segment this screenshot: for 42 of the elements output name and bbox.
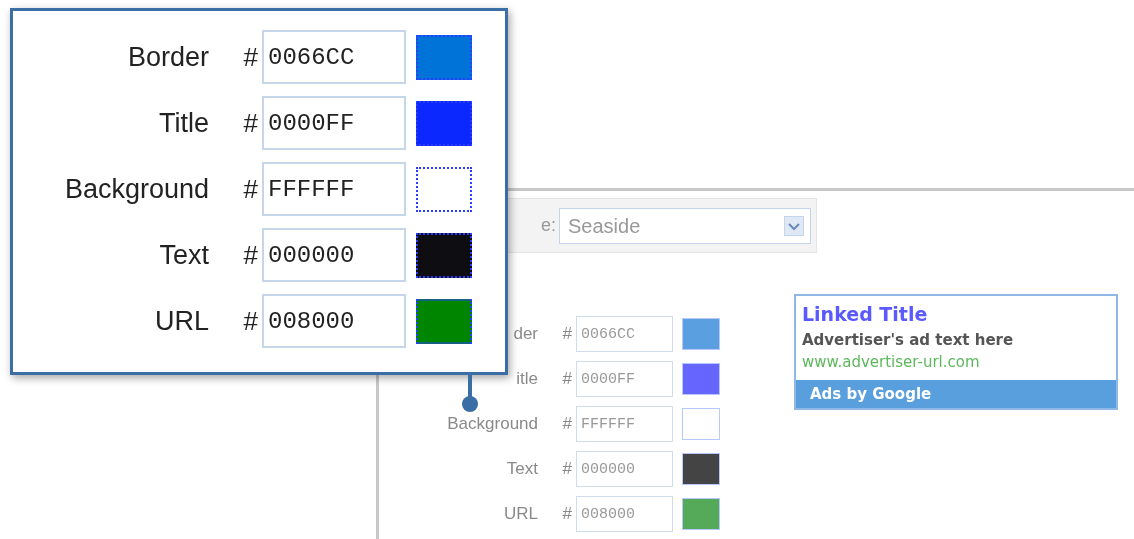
palette-select[interactable]: Seaside bbox=[559, 207, 811, 244]
hash-sign: # bbox=[561, 458, 573, 481]
color-swatch[interactable] bbox=[416, 298, 472, 344]
field-label: URL bbox=[503, 503, 538, 526]
field-label: URL bbox=[154, 304, 209, 338]
hash-sign: # bbox=[561, 413, 573, 436]
field-label: Border bbox=[126, 40, 209, 74]
hash-sign: # bbox=[242, 304, 259, 338]
field-label: itle bbox=[515, 368, 538, 391]
color-swatch[interactable] bbox=[416, 232, 472, 278]
input-field[interactable]: FFFFFF bbox=[576, 406, 673, 442]
field-label: Background bbox=[63, 172, 209, 206]
hash-sign: # bbox=[242, 172, 259, 206]
input-field[interactable]: 008000 bbox=[262, 294, 406, 348]
hash-sign: # bbox=[561, 503, 573, 526]
ad-title: Linked Title bbox=[801, 302, 929, 327]
color-swatch[interactable] bbox=[416, 166, 472, 212]
input-field[interactable]: FFFFFF bbox=[262, 162, 406, 216]
chevron-down-icon bbox=[784, 215, 804, 236]
ad-url: www.advertiser-url.com bbox=[801, 352, 981, 373]
color-swatch[interactable] bbox=[416, 34, 472, 80]
hash-sign: # bbox=[561, 323, 573, 346]
field-label: Text bbox=[158, 238, 209, 272]
ad-text: Advertiser's ad text here bbox=[801, 329, 1015, 351]
input-field[interactable]: 0000FF bbox=[576, 361, 673, 397]
field-label: Title bbox=[158, 106, 209, 140]
hash-sign: # bbox=[242, 238, 259, 272]
input-field[interactable]: 0066CC bbox=[262, 30, 406, 84]
field-label: Text bbox=[505, 458, 538, 481]
field-label: Background bbox=[446, 413, 538, 436]
ad-footer: Ads by Google bbox=[796, 379, 1116, 408]
input-field[interactable]: 000000 bbox=[576, 451, 673, 487]
input-field[interactable]: 0000FF bbox=[262, 96, 406, 150]
palette-label: e: bbox=[540, 214, 556, 237]
field-label: der bbox=[512, 323, 538, 346]
input-field[interactable]: 000000 bbox=[262, 228, 406, 282]
input-field[interactable]: 0066CC bbox=[576, 316, 673, 352]
color-swatch[interactable] bbox=[416, 100, 472, 146]
hash-sign: # bbox=[561, 368, 573, 391]
hash-sign: # bbox=[242, 106, 259, 140]
hash-sign: # bbox=[242, 40, 259, 74]
input-field[interactable]: 008000 bbox=[576, 496, 673, 532]
